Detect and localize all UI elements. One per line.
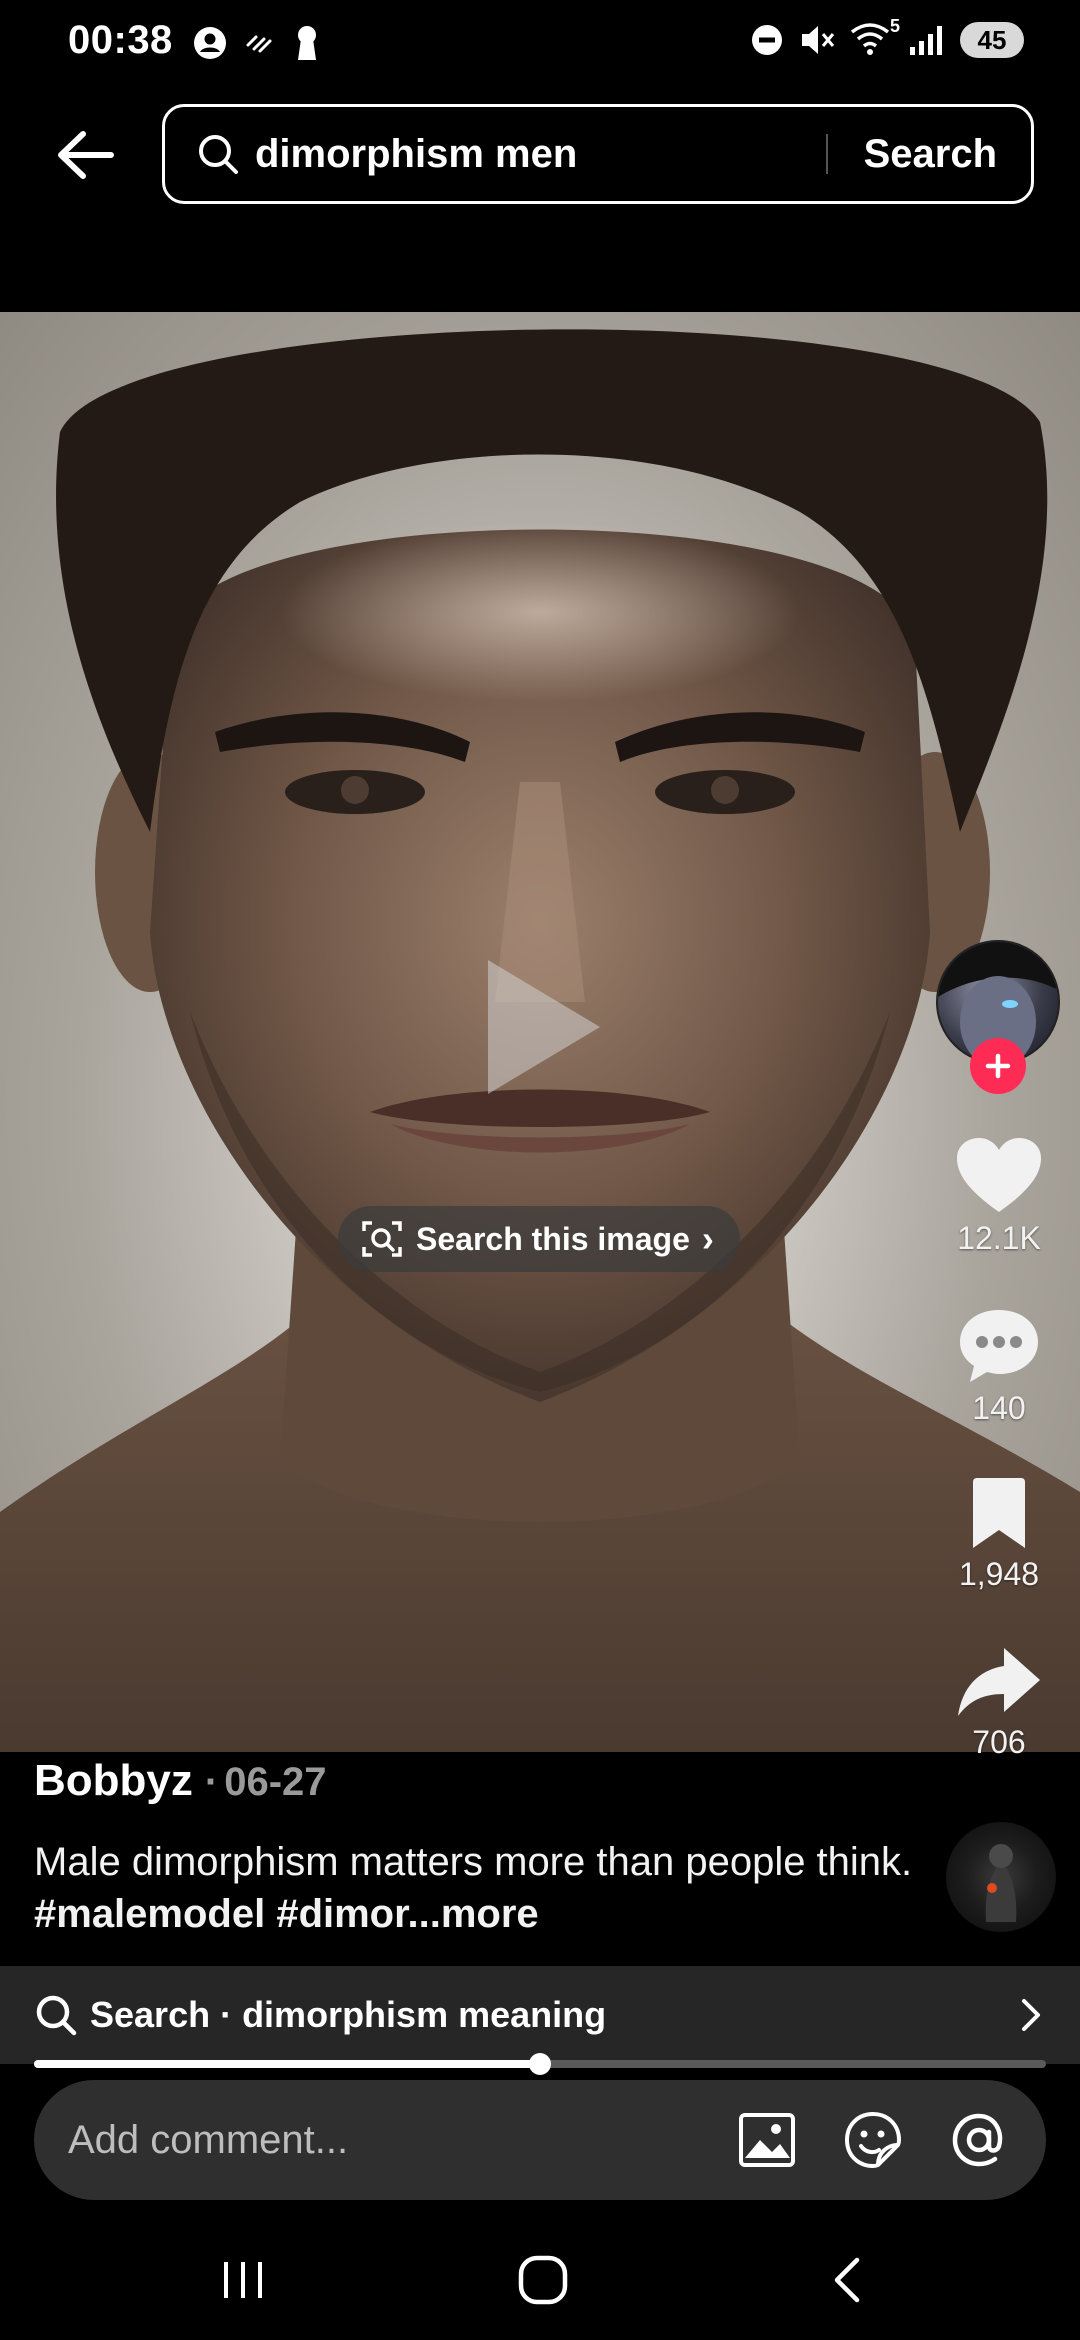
search-this-image-button[interactable]: Search this image › bbox=[338, 1206, 740, 1272]
search-icon bbox=[36, 1995, 77, 2036]
back-button[interactable] bbox=[52, 122, 118, 188]
heart-icon bbox=[957, 1138, 1041, 1212]
caption[interactable]: Male dimorphism matters more than people… bbox=[34, 1836, 914, 1940]
image-icon bbox=[739, 2113, 795, 2167]
wind-icon bbox=[246, 35, 272, 53]
status-time: 00:38 bbox=[68, 18, 173, 62]
comment-count: 140 bbox=[972, 1390, 1026, 1426]
signal-icon bbox=[910, 26, 942, 55]
related-search-label: Search · dimorphism meaning bbox=[90, 1994, 607, 2035]
search-submit-button[interactable]: Search bbox=[864, 132, 997, 177]
comment-bar bbox=[34, 2080, 1046, 2200]
date-separator: · bbox=[204, 1760, 219, 1804]
battery-indicator: 45 bbox=[960, 22, 1024, 58]
search-icon bbox=[195, 131, 241, 177]
status-left-icons bbox=[192, 24, 322, 62]
plus-icon bbox=[985, 1053, 1011, 1079]
music-cover-image bbox=[985, 1844, 1017, 1922]
comment-bubble-icon bbox=[960, 1310, 1038, 1382]
wifi-band-label: 5 bbox=[889, 16, 900, 36]
image-attach-button[interactable] bbox=[736, 2109, 798, 2171]
emoji-sticker-button[interactable] bbox=[842, 2109, 904, 2171]
author-name[interactable]: Bobbyz bbox=[34, 1756, 193, 1806]
video-progress-fill bbox=[34, 2060, 540, 2068]
author-line: Bobbyz · 06-27 bbox=[34, 1756, 327, 1806]
search-bar[interactable]: Search bbox=[162, 104, 1034, 204]
follow-button[interactable] bbox=[970, 1038, 1026, 1094]
like-button[interactable]: 12.1K bbox=[934, 1136, 1064, 1257]
video-player[interactable]: Search this image › bbox=[0, 312, 1080, 1752]
like-count: 12.1K bbox=[957, 1220, 1041, 1256]
post-date: 06-27 bbox=[224, 1760, 327, 1804]
mention-button[interactable] bbox=[948, 2109, 1010, 2171]
system-back-button[interactable] bbox=[812, 2250, 882, 2310]
video-progress-bar[interactable] bbox=[34, 2053, 1046, 2075]
tiktok-video-screen: 00:38 5 45 dimorphism men Search Search … bbox=[0, 0, 1080, 2340]
arrow-left-icon bbox=[58, 131, 114, 179]
comment-input[interactable] bbox=[68, 2117, 736, 2163]
wifi-indicator: 5 bbox=[850, 16, 900, 58]
related-search-bar[interactable]: Search · dimorphism meaning bbox=[0, 1966, 1080, 2064]
image-search-icon bbox=[362, 1221, 402, 1257]
search-input[interactable] bbox=[255, 131, 826, 177]
search-this-image-label: Search this image bbox=[416, 1220, 690, 1257]
bookmark-icon bbox=[973, 1478, 1025, 1548]
share-button[interactable]: 706 bbox=[934, 1644, 1064, 1761]
caption-more-button[interactable]: ...more bbox=[407, 1892, 538, 1936]
home-icon bbox=[518, 2255, 568, 2305]
status-bar: 00:38 5 45 bbox=[0, 0, 1080, 90]
mute-icon bbox=[802, 26, 835, 54]
chevron-left-icon bbox=[834, 2257, 860, 2303]
share-count: 706 bbox=[972, 1724, 1026, 1760]
system-nav-bar bbox=[0, 2210, 1080, 2340]
save-count: 1,948 bbox=[958, 1556, 1040, 1592]
video-progress-thumb[interactable] bbox=[529, 2053, 551, 2075]
recent-apps-icon bbox=[224, 2262, 262, 2298]
caption-hashtags[interactable]: #malemodel #dimor bbox=[34, 1892, 407, 1936]
caption-text: Male dimorphism matters more than people… bbox=[34, 1840, 913, 1884]
status-right-icons: 5 45 bbox=[750, 16, 1024, 58]
at-sign-icon bbox=[952, 2113, 1003, 2167]
music-disc[interactable] bbox=[946, 1822, 1056, 1932]
account-circle-icon bbox=[194, 27, 226, 59]
home-button[interactable] bbox=[508, 2250, 578, 2310]
save-button[interactable]: 1,948 bbox=[934, 1476, 1064, 1593]
chevron-right-icon: › bbox=[701, 1218, 714, 1259]
chevron-right-icon bbox=[1022, 1999, 1040, 2031]
keyhole-icon bbox=[298, 26, 316, 60]
recent-apps-button[interactable] bbox=[208, 2250, 278, 2310]
play-icon[interactable] bbox=[478, 952, 608, 1102]
search-divider bbox=[825, 134, 828, 174]
do-not-disturb-icon bbox=[752, 25, 782, 55]
comment-button[interactable]: 140 bbox=[934, 1306, 1064, 1427]
wifi-icon bbox=[850, 23, 890, 55]
emoji-sticker-icon bbox=[844, 2111, 902, 2169]
share-arrow-icon bbox=[958, 1648, 1040, 1716]
